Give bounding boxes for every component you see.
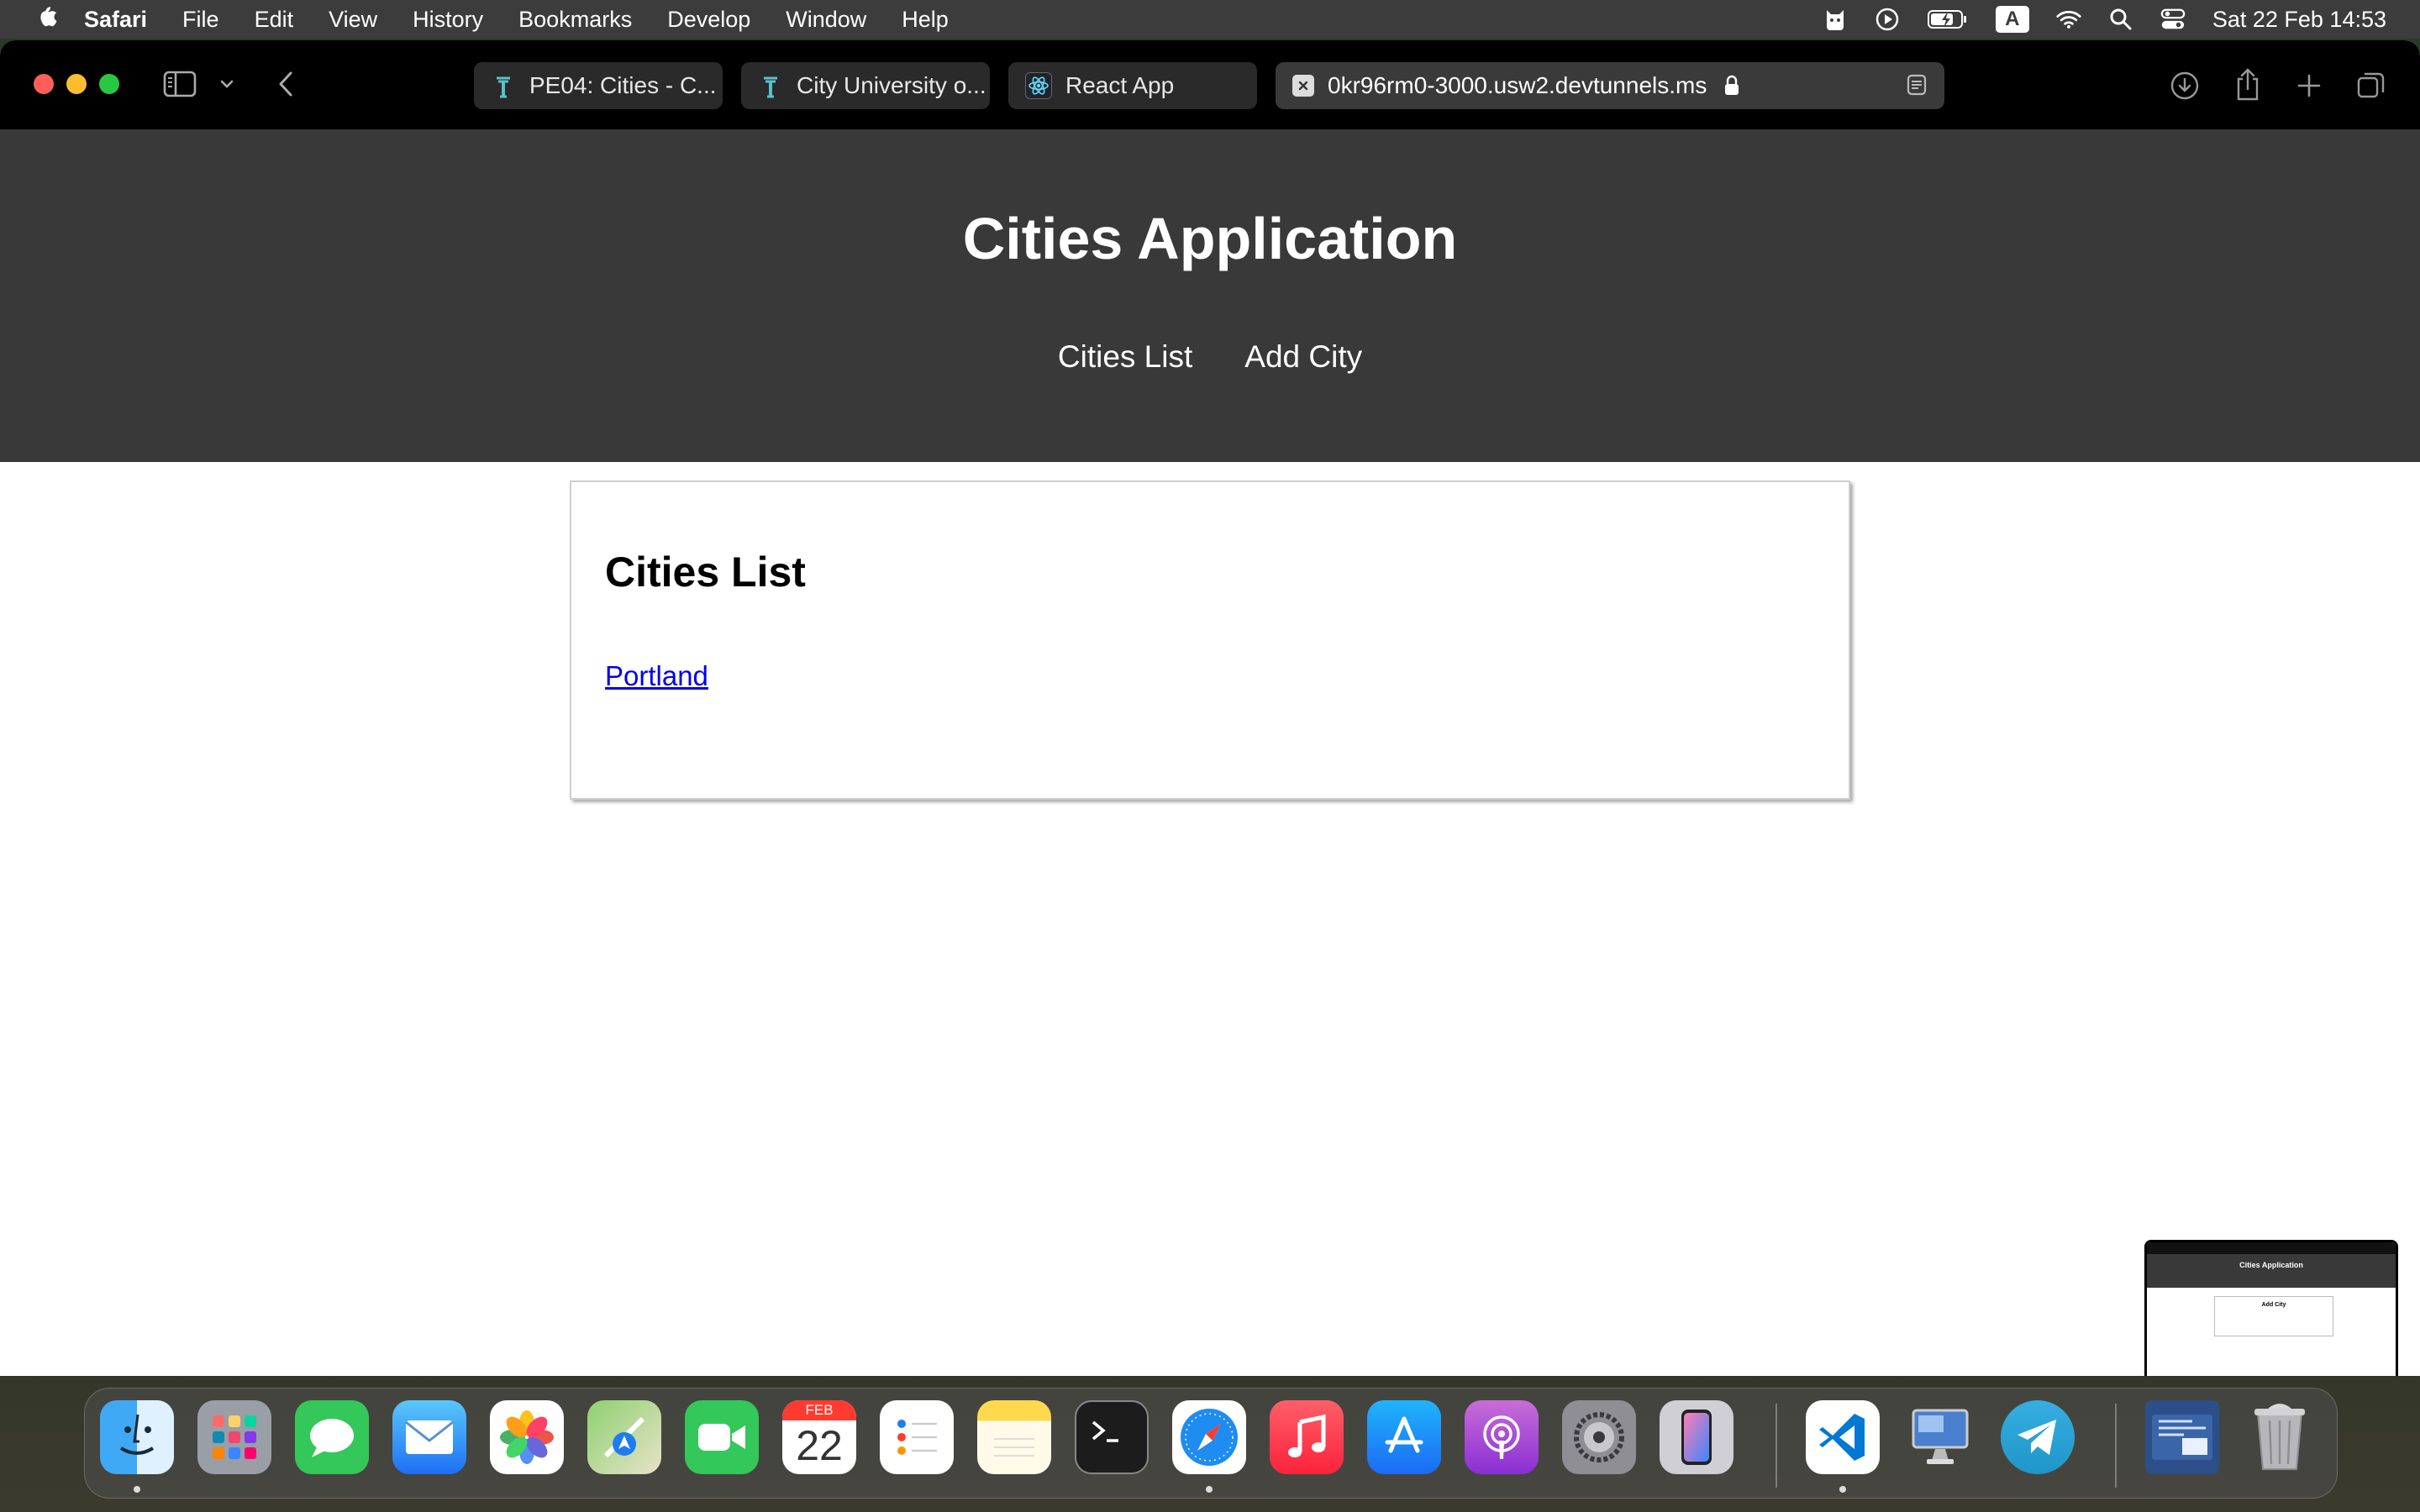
cities-list-heading: Cities List xyxy=(605,549,806,596)
dock-separator xyxy=(1776,1404,1777,1488)
tab-title: City University o... xyxy=(797,72,986,98)
thumbnail-card: Add City xyxy=(2214,1296,2333,1336)
podcasts-icon[interactable] xyxy=(1465,1400,1539,1474)
share-icon[interactable] xyxy=(2231,66,2265,102)
downloads-stack-icon[interactable] xyxy=(2145,1400,2219,1474)
thumbnail-card-title: Add City xyxy=(2261,1302,2286,1308)
downloads-icon[interactable] xyxy=(2168,69,2202,102)
window-minimize-button[interactable] xyxy=(66,74,87,94)
dock: FEB 22 xyxy=(84,1388,2338,1499)
photos-icon[interactable] xyxy=(490,1400,564,1474)
remote-desktop-icon[interactable] xyxy=(1903,1400,1977,1474)
apple-menu-icon[interactable] xyxy=(34,3,59,36)
lock-icon xyxy=(1723,75,1740,97)
screenshot-thumbnail[interactable]: Cities Application Add City xyxy=(2144,1240,2398,1376)
tab-overview-icon[interactable] xyxy=(2354,69,2388,102)
thumbnail-toolbar xyxy=(2147,1242,2396,1254)
cities-list-card: Cities List Portland xyxy=(570,480,1850,800)
app-header: Cities Application Cities List Add City xyxy=(0,129,2420,462)
window-zoom-button[interactable] xyxy=(99,74,119,94)
app-nav: Cities List Add City xyxy=(0,339,2420,375)
battery-icon[interactable] xyxy=(1927,7,1969,32)
web-content: Cities Application Cities List Add City … xyxy=(0,129,2420,1376)
safari-window: PE04: Cities - C... City University o...… xyxy=(0,40,2420,1376)
reader-view-icon[interactable] xyxy=(1904,72,1929,103)
input-source-icon[interactable]: A xyxy=(1995,6,2029,33)
app-title: Cities Application xyxy=(962,206,1458,271)
menu-develop[interactable]: Develop xyxy=(667,7,750,33)
wifi-icon[interactable] xyxy=(2056,7,2081,32)
calendar-month: FEB xyxy=(782,1400,856,1420)
menu-window[interactable]: Window xyxy=(786,7,866,33)
terminal-icon[interactable] xyxy=(1075,1400,1149,1474)
music-icon[interactable] xyxy=(1270,1400,1344,1474)
iphone-mirroring-icon[interactable] xyxy=(1660,1400,1733,1474)
menu-bookmarks[interactable]: Bookmarks xyxy=(518,7,632,33)
running-indicator xyxy=(1206,1486,1213,1493)
menu-view[interactable]: View xyxy=(329,7,377,33)
spotlight-search-icon[interactable] xyxy=(2108,7,2133,32)
tab-title: React App xyxy=(1065,72,1175,98)
tab-title: PE04: Cities - C... xyxy=(529,72,717,98)
control-center-icon[interactable] xyxy=(2160,7,2186,32)
cat-status-icon[interactable] xyxy=(1823,7,1848,32)
calendar-day: 22 xyxy=(796,1422,843,1469)
browser-toolbar: PE04: Cities - C... City University o...… xyxy=(0,40,2420,129)
telegram-icon[interactable] xyxy=(2001,1400,2075,1474)
safari-icon[interactable] xyxy=(1172,1400,1246,1474)
calendar-icon[interactable]: FEB 22 xyxy=(782,1400,856,1474)
menu-file[interactable]: File xyxy=(182,7,219,33)
finder-icon[interactable] xyxy=(100,1400,174,1474)
menu-app-name[interactable]: Safari xyxy=(84,7,147,33)
mail-icon[interactable] xyxy=(392,1400,466,1474)
back-button-icon[interactable] xyxy=(271,67,301,101)
menu-clock[interactable]: Sat 22 Feb 14:53 xyxy=(2212,7,2386,33)
new-tab-icon[interactable] xyxy=(2292,69,2326,102)
seattle-u-icon xyxy=(491,73,516,98)
sidebar-toggle-icon[interactable] xyxy=(163,67,197,101)
menu-history[interactable]: History xyxy=(413,7,483,33)
facetime-icon[interactable] xyxy=(685,1400,759,1474)
address-bar-url[interactable]: 0kr96rm0-3000.usw2.devtunnels.ms xyxy=(1328,72,1707,99)
tab-pe04-cities[interactable]: PE04: Cities - C... xyxy=(474,62,723,109)
tab-react-app[interactable]: React App xyxy=(1008,62,1257,109)
thumbnail-header: Cities Application xyxy=(2147,1254,2396,1288)
window-close-button[interactable] xyxy=(34,74,54,94)
maps-icon[interactable] xyxy=(587,1400,661,1474)
system-settings-icon[interactable] xyxy=(1562,1400,1636,1474)
app-store-icon[interactable] xyxy=(1367,1400,1441,1474)
react-icon xyxy=(1025,72,1052,99)
play-status-icon[interactable] xyxy=(1875,7,1900,32)
menu-bar: Safari File Edit View History Bookmarks … xyxy=(0,0,2420,39)
trash-icon[interactable] xyxy=(2243,1400,2317,1474)
tab-devtunnels-active[interactable]: 0kr96rm0-3000.usw2.devtunnels.ms xyxy=(1276,62,1944,109)
chevron-down-icon[interactable] xyxy=(217,72,237,96)
notes-icon[interactable] xyxy=(977,1400,1051,1474)
launchpad-icon[interactable] xyxy=(197,1400,271,1474)
reminders-icon[interactable] xyxy=(880,1400,954,1474)
nav-add-city-link[interactable]: Add City xyxy=(1244,339,1362,375)
menu-edit[interactable]: Edit xyxy=(255,7,294,33)
nav-cities-list-link[interactable]: Cities List xyxy=(1058,339,1192,375)
seattle-u-icon xyxy=(758,73,783,98)
tab-city-university[interactable]: City University o... xyxy=(741,62,990,109)
close-tab-icon[interactable] xyxy=(1292,75,1314,97)
city-link-portland[interactable]: Portland xyxy=(605,660,708,692)
dock-separator xyxy=(2115,1404,2117,1488)
running-indicator xyxy=(1839,1486,1846,1493)
running-indicator xyxy=(134,1486,140,1493)
messages-icon[interactable] xyxy=(295,1400,369,1474)
menu-help[interactable]: Help xyxy=(902,7,949,33)
thumbnail-title: Cities Application xyxy=(2239,1261,2303,1269)
vscode-icon[interactable] xyxy=(1806,1400,1880,1474)
